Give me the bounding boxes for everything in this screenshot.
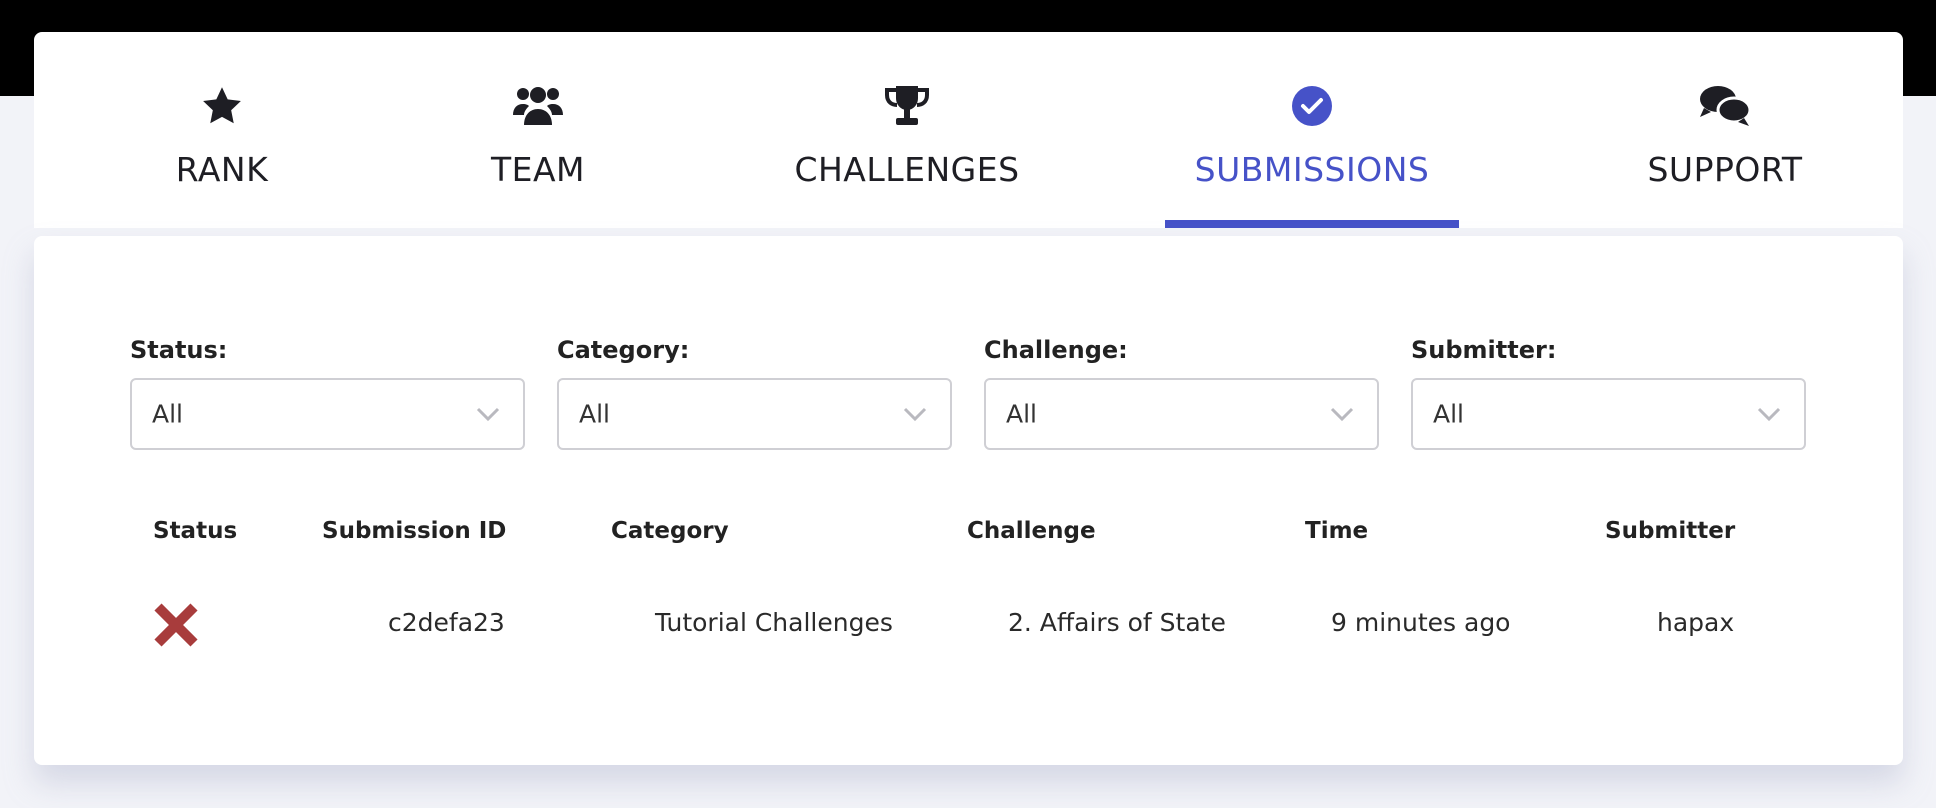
submitter-filter: Submitter: All bbox=[1411, 336, 1806, 450]
chevron-down-icon bbox=[1757, 407, 1781, 422]
star-icon bbox=[200, 84, 244, 128]
submitter-cell: hapax bbox=[1657, 608, 1735, 637]
x-icon bbox=[154, 603, 198, 647]
chevron-down-icon bbox=[476, 407, 500, 422]
filter-label: Category: bbox=[557, 336, 690, 364]
filter-label: Challenge: bbox=[984, 336, 1128, 364]
column-header-time: Time bbox=[1305, 518, 1369, 544]
column-header-submitter: Submitter bbox=[1605, 518, 1736, 544]
tab-support[interactable]: SUPPORT bbox=[1615, 32, 1835, 228]
tab-challenges[interactable]: CHALLENGES bbox=[742, 32, 1072, 228]
tab-label: RANK bbox=[175, 150, 269, 189]
submissions-panel: Status: All Category: All Challenge: All… bbox=[34, 236, 1903, 765]
trophy-icon bbox=[884, 84, 930, 128]
column-header-challenge: Challenge bbox=[967, 518, 1096, 544]
challenge-filter: Challenge: All bbox=[984, 336, 1379, 450]
submission-id: c2defa23 bbox=[388, 608, 505, 637]
tab-team[interactable]: TEAM bbox=[430, 32, 646, 228]
category-filter: Category: All bbox=[557, 336, 952, 450]
filter-label: Status: bbox=[130, 336, 228, 364]
chevron-down-icon bbox=[1330, 407, 1354, 422]
column-header-submission-id: Submission ID bbox=[322, 518, 507, 544]
challenge-cell: 2. Affairs of State bbox=[1008, 608, 1226, 637]
tab-submissions[interactable]: SUBMISSIONS bbox=[1165, 32, 1459, 228]
status-filter: Status: All bbox=[130, 336, 525, 450]
status-select[interactable]: All bbox=[130, 378, 525, 450]
users-icon bbox=[512, 84, 564, 128]
time-cell: 9 minutes ago bbox=[1331, 608, 1511, 637]
column-header-category: Category bbox=[611, 518, 729, 544]
tab-label: SUBMISSIONS bbox=[1194, 150, 1430, 189]
category-cell: Tutorial Challenges bbox=[655, 608, 893, 637]
tab-rank[interactable]: RANK bbox=[114, 32, 330, 228]
comments-icon bbox=[1698, 84, 1752, 128]
challenge-select[interactable]: All bbox=[984, 378, 1379, 450]
nav-tabs: RANK TEAM CHALLENGES SUBMISSIONS SUPPORT bbox=[34, 32, 1903, 228]
column-header-status: Status bbox=[153, 518, 238, 544]
filter-label: Submitter: bbox=[1411, 336, 1557, 364]
submitter-select[interactable]: All bbox=[1411, 378, 1806, 450]
select-value: All bbox=[1006, 399, 1037, 429]
tab-label: SUPPORT bbox=[1647, 150, 1803, 189]
check-circle-icon bbox=[1291, 84, 1333, 128]
select-value: All bbox=[152, 399, 183, 429]
tab-label: CHALLENGES bbox=[794, 150, 1020, 189]
chevron-down-icon bbox=[903, 407, 927, 422]
select-value: All bbox=[1433, 399, 1464, 429]
select-value: All bbox=[579, 399, 610, 429]
category-select[interactable]: All bbox=[557, 378, 952, 450]
tab-label: TEAM bbox=[490, 150, 586, 189]
active-tab-indicator bbox=[1165, 220, 1459, 228]
